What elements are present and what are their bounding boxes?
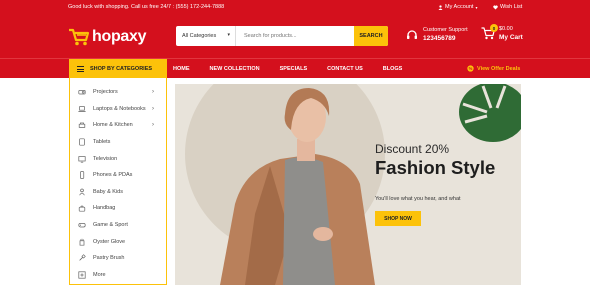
search-button[interactable]: SEARCH: [354, 26, 388, 46]
chevron-down-icon: ▾: [227, 32, 230, 38]
my-account-link[interactable]: My Account ▾: [438, 4, 477, 10]
sidebar-item-phones[interactable]: Phones & PDAs: [70, 167, 166, 184]
sidebar-item-label: Oyster Glove: [93, 238, 126, 245]
sidebar-item-label: Game & Sport: [93, 222, 128, 229]
chevron-right-icon: ›: [152, 89, 154, 96]
tablet-icon: [78, 138, 86, 146]
sidebar-item-label: Tablets: [93, 139, 111, 146]
phone-icon: [78, 171, 86, 179]
logo-text: hopaxy: [92, 28, 147, 45]
nav-menu: HOME NEW COLLECTION SPECIALS CONTACT US …: [173, 59, 422, 79]
brush-icon: [78, 254, 86, 262]
sidebar-item-label: Home & Kitchen: [93, 122, 133, 129]
sidebar-item-label: Baby & Kids: [93, 188, 123, 195]
cart-count-badge: 0: [490, 24, 498, 32]
game-icon: [78, 221, 86, 229]
nav-item-specials[interactable]: SPECIALS: [280, 66, 308, 72]
cart-label: My Cart: [499, 34, 523, 41]
sidebar-item-projectors[interactable]: Projectors ›: [70, 84, 166, 101]
header: hopaxy All Categories ▾ SEARCH Customer …: [0, 16, 590, 58]
customer-support[interactable]: Customer Support 123456789: [406, 27, 468, 42]
support-phone: 123456789: [423, 35, 456, 42]
wishlist-label: Wish List: [500, 4, 523, 10]
banner-discount: Discount 20%: [375, 142, 450, 156]
heart-icon: [493, 5, 498, 9]
user-icon: [438, 4, 443, 10]
sidebar-item-laptops[interactable]: Laptops & Notebooks ›: [70, 101, 166, 118]
cart-button[interactable]: 0 $0.00 My Cart: [481, 24, 523, 41]
cart-logo-icon: [69, 28, 90, 46]
main-navbar: SHOP BY CATEGORIES HOME NEW COLLECTION S…: [0, 58, 590, 79]
sidebar-item-label: Laptops & Notebooks: [93, 105, 146, 112]
glove-icon: [78, 238, 86, 246]
hero-banner[interactable]: Discount 20% Fashion Style You'll love w…: [175, 84, 521, 285]
chevron-right-icon: ›: [152, 122, 154, 129]
search-input[interactable]: [236, 26, 354, 46]
sidebar-item-label: Phones & PDAs: [93, 172, 133, 179]
headset-icon: [407, 29, 417, 39]
nav-item-blogs[interactable]: BLOGS: [383, 66, 403, 72]
sidebar-item-pastry-brush[interactable]: Pastry Brush: [70, 250, 166, 267]
projector-icon: [78, 88, 86, 96]
plus-icon: [78, 271, 86, 279]
cart-amount: $0.00: [499, 26, 513, 32]
sidebar-item-television[interactable]: Television: [70, 150, 166, 167]
banner-subtitle: You'll love what you hear, and what: [375, 196, 461, 202]
laptop-icon: [78, 105, 86, 113]
sidebar-item-more[interactable]: More: [70, 267, 166, 284]
site-logo[interactable]: hopaxy: [68, 25, 158, 49]
sidebar-item-label: More: [93, 271, 106, 278]
nav-item-home[interactable]: HOME: [173, 66, 190, 72]
hero-image: [185, 84, 521, 285]
chevron-right-icon: ›: [152, 105, 154, 112]
baby-icon: [78, 188, 86, 196]
view-offer-deals-link[interactable]: % View Offer Deals: [467, 65, 520, 72]
nav-item-new-collection[interactable]: NEW COLLECTION: [210, 66, 260, 72]
sidebar-item-label: Television: [93, 155, 118, 162]
top-bar: Good luck with shopping. Call us free 24…: [0, 0, 590, 16]
sidebar-item-label: Pastry Brush: [93, 255, 125, 262]
promo-text: Good luck with shopping. Call us free 24…: [68, 4, 225, 10]
chevron-down-icon: ▾: [475, 4, 478, 10]
shop-now-button[interactable]: SHOP NOW: [375, 211, 421, 226]
sidebar-item-oyster-glove[interactable]: Oyster Glove: [70, 233, 166, 250]
category-select[interactable]: All Categories ▾: [176, 26, 236, 46]
shop-by-categories-label: SHOP BY CATEGORIES: [90, 66, 153, 72]
sidebar-item-game-sport[interactable]: Game & Sport: [70, 217, 166, 234]
sidebar-item-label: Handbag: [93, 205, 116, 212]
kitchen-icon: [78, 121, 86, 129]
offer-label: View Offer Deals: [477, 65, 521, 72]
banner-title: Fashion Style: [375, 157, 496, 178]
sidebar-item-baby-kids[interactable]: Baby & Kids: [70, 184, 166, 201]
sidebar-item-home-kitchen[interactable]: Home & Kitchen ›: [70, 117, 166, 134]
search-bar: All Categories ▾ SEARCH: [176, 26, 388, 46]
shop-by-categories-button[interactable]: SHOP BY CATEGORIES: [69, 59, 167, 79]
offer-icon: %: [467, 65, 474, 72]
sidebar-item-tablets[interactable]: Tablets: [70, 134, 166, 151]
category-sidebar: Projectors › Laptops & Notebooks › Home …: [69, 78, 167, 285]
sidebar-item-handbag[interactable]: Handbag: [70, 200, 166, 217]
my-account-label: My Account: [445, 4, 474, 10]
support-label: Customer Support: [423, 27, 468, 33]
television-icon: [78, 155, 86, 163]
sidebar-item-label: Projectors: [93, 89, 118, 96]
hamburger-icon: [77, 66, 84, 72]
svg-text:%: %: [469, 66, 473, 71]
nav-item-contact-us[interactable]: CONTACT US: [327, 66, 363, 72]
handbag-icon: [78, 204, 86, 213]
wishlist-link[interactable]: Wish List: [493, 4, 522, 10]
category-select-value: All Categories: [182, 33, 217, 39]
